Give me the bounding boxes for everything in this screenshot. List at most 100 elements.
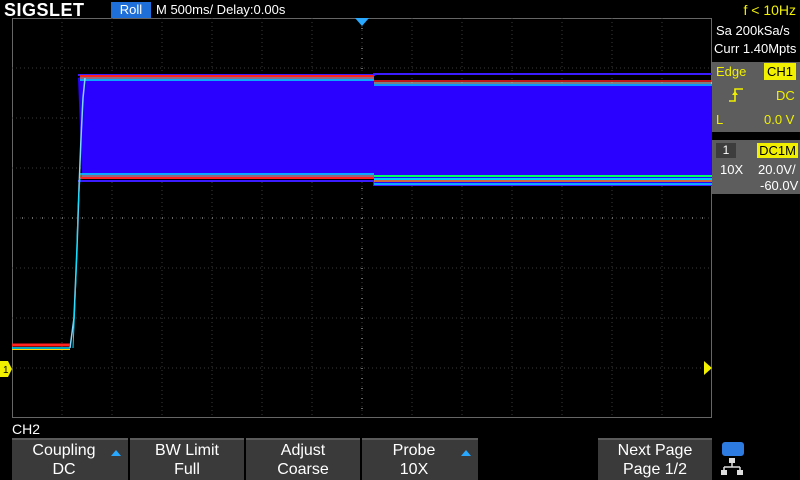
grid-tick	[212, 217, 213, 219]
timebase-readout: M 500ms/ Delay:0.00s	[156, 2, 286, 17]
grid-tick	[322, 217, 323, 219]
rising-edge-icon	[729, 88, 743, 102]
grid-tick	[22, 217, 23, 219]
grid-tick	[282, 217, 283, 219]
coupling-button-value: DC	[52, 461, 76, 478]
grid-tick	[12, 217, 13, 219]
trigger-source-badge: CH1	[764, 63, 796, 80]
grid-tick	[582, 217, 583, 219]
grid-tick	[361, 278, 363, 279]
channel-probe: 10X	[720, 162, 744, 177]
coupling-button-label: Coupling	[32, 442, 96, 459]
grid-tick	[361, 388, 363, 389]
grid-tick	[292, 217, 293, 219]
grid-tick	[361, 258, 363, 259]
next-page-button[interactable]: Next Page Page 1/2	[598, 438, 712, 480]
grid-tick	[172, 217, 173, 219]
grid-tick	[222, 217, 223, 219]
grid-tick	[361, 248, 363, 249]
grid-tick	[361, 238, 363, 239]
grid-tick	[361, 228, 363, 229]
grid-tick	[252, 217, 253, 219]
grid-tick	[32, 217, 33, 219]
trigger-position-marker[interactable]	[355, 18, 369, 26]
grid-tick	[442, 217, 443, 219]
grid-tick	[302, 217, 303, 219]
coupling-button[interactable]: Coupling DC	[12, 438, 128, 480]
grid-tick	[112, 217, 113, 219]
grid-tick	[162, 217, 163, 219]
grid-tick	[682, 217, 683, 219]
channel-number-badge: 1	[716, 143, 736, 158]
grid-tick	[361, 268, 363, 269]
grid-tick	[662, 217, 663, 219]
bw-limit-button[interactable]: BW Limit Full	[130, 438, 244, 480]
grid-tick	[342, 217, 343, 219]
grid-tick	[502, 217, 503, 219]
grid-tick	[272, 217, 273, 219]
grid-tick	[361, 288, 363, 289]
ch1-ground-marker[interactable]: 1	[0, 361, 13, 377]
ch1-marker-label: 1	[3, 365, 9, 376]
adjust-button-label: Adjust	[280, 442, 326, 459]
grid-tick	[192, 217, 193, 219]
grid-tick	[361, 318, 363, 319]
grid-tick	[142, 217, 143, 219]
grid-tick	[361, 308, 363, 309]
grid-tick	[562, 217, 563, 219]
trigger-level-label: L	[716, 112, 724, 127]
sample-rate: Sa 200kSa/s	[716, 23, 790, 38]
channel-offset: -60.0V	[760, 178, 799, 193]
grid-tick	[482, 217, 483, 219]
grid-tick	[361, 208, 363, 209]
grid-tick	[352, 217, 353, 219]
grid-tick	[312, 217, 313, 219]
grid-tick	[92, 217, 93, 219]
grid-tick	[642, 217, 643, 219]
grid-tick	[102, 217, 103, 219]
grid-tick	[392, 217, 393, 219]
adjust-button[interactable]: Adjust Coarse	[246, 438, 360, 480]
grid-tick	[361, 48, 363, 49]
grid-tick	[182, 217, 183, 219]
trigger-coupling: DC	[776, 88, 795, 103]
probe-button[interactable]: Probe 10X	[362, 438, 478, 480]
grid-tick	[412, 217, 413, 219]
grid-tick	[132, 217, 133, 219]
run-state-badge[interactable]: Roll	[111, 2, 151, 18]
memory-depth: Curr 1.40Mpts	[714, 41, 797, 56]
grid-tick	[332, 217, 333, 219]
grid-tick	[361, 58, 363, 59]
grid-tick	[382, 217, 383, 219]
grid-tick	[572, 217, 573, 219]
grid-tick	[361, 38, 363, 39]
bw-limit-button-label: BW Limit	[155, 442, 219, 459]
grid-tick	[361, 408, 363, 409]
grid-tick	[361, 338, 363, 339]
grid-tick	[361, 198, 363, 199]
grid-tick	[122, 217, 123, 219]
grid-tick	[672, 217, 673, 219]
probe-button-label: Probe	[392, 442, 436, 459]
grid-tick	[152, 217, 153, 219]
grid-tick	[361, 358, 363, 359]
lan-icon	[721, 458, 743, 475]
grid-tick	[602, 217, 603, 219]
grid-tick	[552, 217, 553, 219]
bw-limit-button-value: Full	[174, 461, 200, 478]
grid-tick	[361, 378, 363, 379]
grid-tick	[361, 328, 363, 329]
trigger-level-marker[interactable]	[704, 361, 712, 375]
grid-tick	[361, 398, 363, 399]
channel-coupling-badge: DC1M	[757, 143, 798, 158]
grid-tick	[62, 217, 63, 219]
grid-tick	[632, 217, 633, 219]
grid-tick	[522, 217, 523, 219]
grid-tick	[592, 217, 593, 219]
adjust-button-value: Coarse	[277, 461, 329, 478]
grid-tick	[532, 217, 533, 219]
grid-tick	[361, 28, 363, 29]
up-arrow-icon	[461, 450, 471, 456]
grid-tick	[402, 217, 403, 219]
next-page-button-value: Page 1/2	[622, 461, 688, 478]
